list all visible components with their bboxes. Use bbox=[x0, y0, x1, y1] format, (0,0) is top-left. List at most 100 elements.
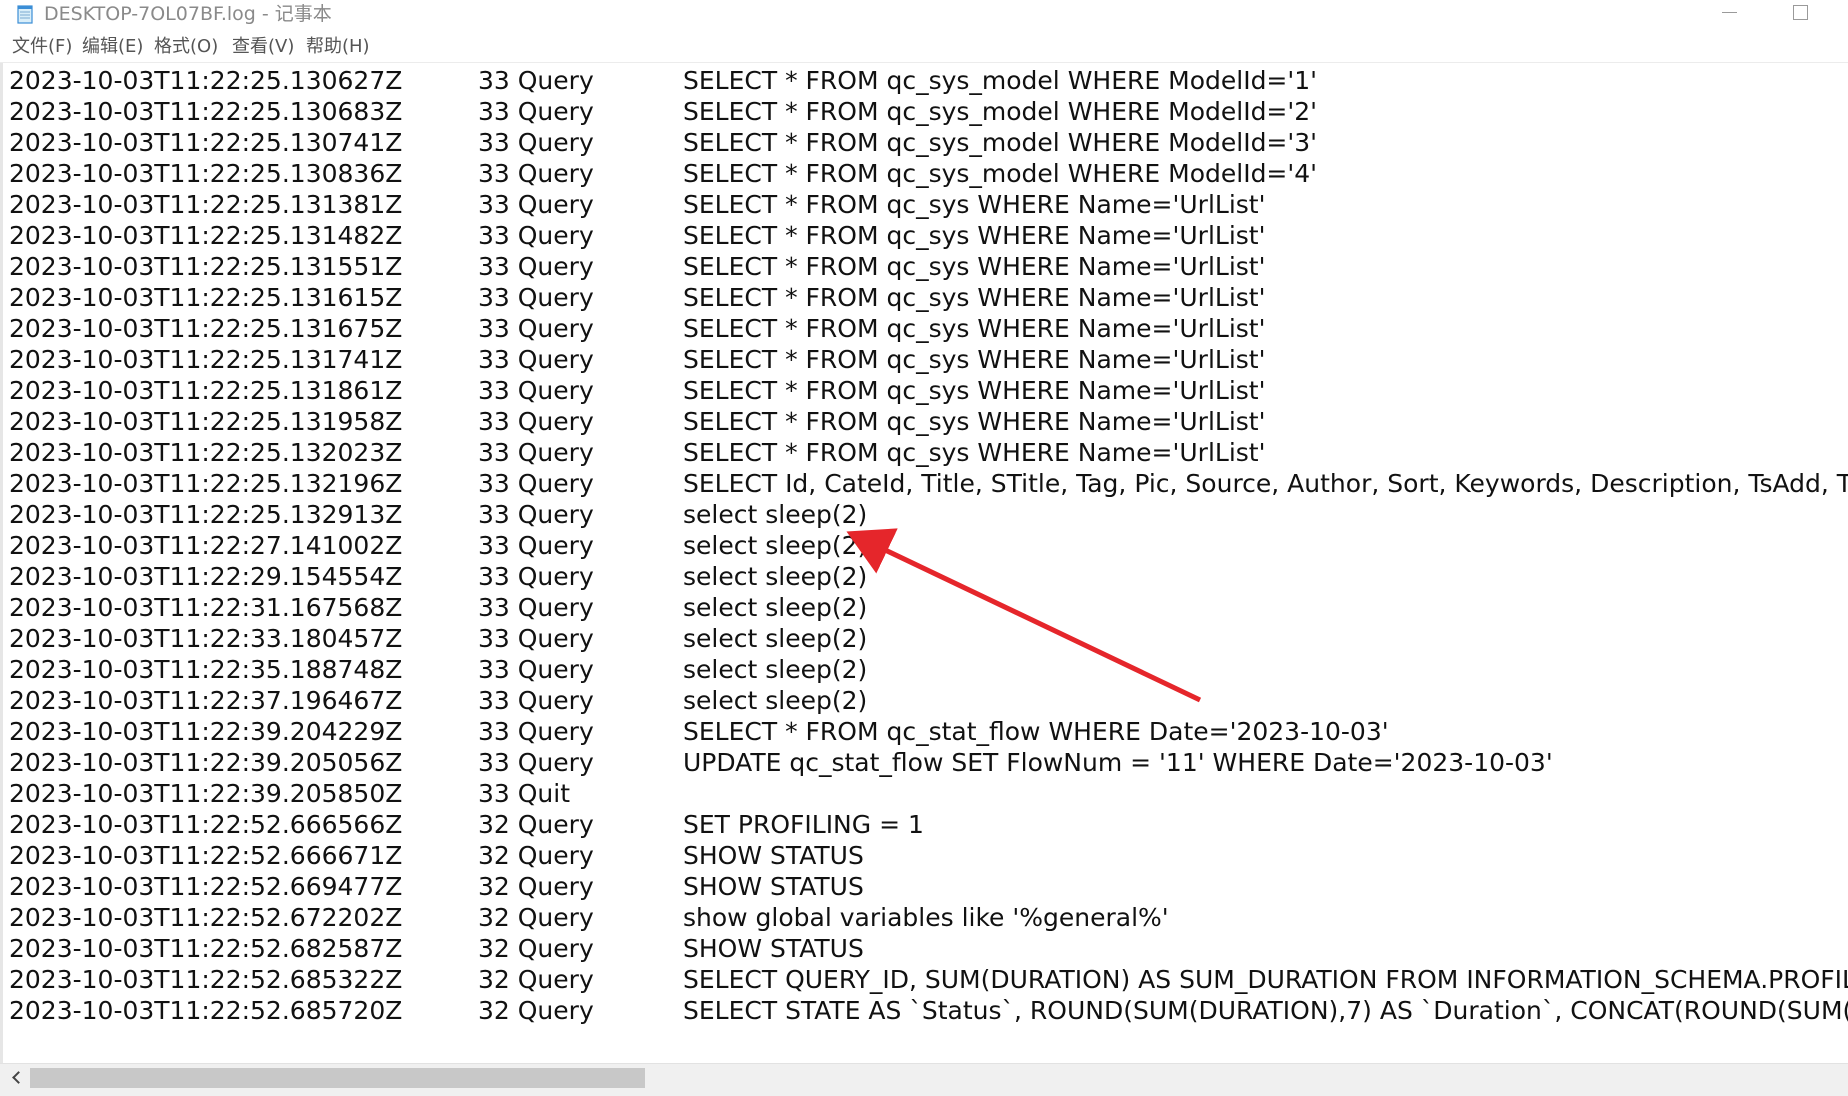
log-timestamp: 2023-10-03T11:22:29.154554Z bbox=[9, 562, 403, 591]
log-thread-command: 33 Query bbox=[478, 252, 594, 281]
log-thread-command: 32 Query bbox=[478, 903, 594, 932]
log-timestamp: 2023-10-03T11:22:25.132913Z bbox=[9, 500, 403, 529]
menu-format[interactable]: 格式(O) bbox=[154, 36, 218, 58]
log-thread-command: 33 Query bbox=[478, 221, 594, 250]
log-sql-statement: SELECT * FROM qc_sys_model WHERE ModelId… bbox=[683, 159, 1318, 188]
log-thread-command: 33 Query bbox=[478, 748, 594, 777]
log-timestamp: 2023-10-03T11:22:25.130741Z bbox=[9, 128, 403, 157]
log-thread-command: 33 Query bbox=[478, 407, 594, 436]
menu-file[interactable]: 文件(F) bbox=[12, 36, 72, 58]
log-sql-statement: show global variables like '%general%' bbox=[683, 903, 1169, 932]
log-thread-command: 33 Query bbox=[478, 438, 594, 467]
log-sql-statement: SELECT * FROM qc_sys WHERE Name='UrlList… bbox=[683, 376, 1266, 405]
log-timestamp: 2023-10-03T11:22:52.672202Z bbox=[9, 903, 403, 932]
log-timestamp: 2023-10-03T11:22:39.205056Z bbox=[9, 748, 403, 777]
log-sql-statement: SHOW STATUS bbox=[683, 841, 864, 870]
log-thread-command: 33 Query bbox=[478, 562, 594, 591]
menu-help[interactable]: 帮助(H) bbox=[306, 36, 370, 58]
log-sql-statement: SELECT QUERY_ID, SUM(DURATION) AS SUM_DU… bbox=[683, 965, 1848, 994]
log-thread-command: 33 Query bbox=[478, 190, 594, 219]
log-timestamp: 2023-10-03T11:22:25.131861Z bbox=[9, 376, 403, 405]
log-thread-command: 33 Query bbox=[478, 717, 594, 746]
log-timestamp: 2023-10-03T11:22:25.132196Z bbox=[9, 469, 403, 498]
minimize-button[interactable] bbox=[1700, 0, 1758, 30]
log-thread-command: 33 Query bbox=[478, 66, 594, 95]
log-sql-statement: SELECT * FROM qc_sys_model WHERE ModelId… bbox=[683, 128, 1318, 157]
log-sql-statement: SELECT * FROM qc_sys WHERE Name='UrlList… bbox=[683, 438, 1266, 467]
log-timestamp: 2023-10-03T11:22:25.131675Z bbox=[9, 314, 403, 343]
log-timestamp: 2023-10-03T11:22:52.669477Z bbox=[9, 872, 403, 901]
log-timestamp: 2023-10-03T11:22:25.130627Z bbox=[9, 66, 403, 95]
menu-view[interactable]: 查看(V) bbox=[232, 36, 294, 58]
log-sql-statement: select sleep(2) bbox=[683, 686, 868, 715]
log-timestamp: 2023-10-03T11:22:52.682587Z bbox=[9, 934, 403, 963]
log-timestamp: 2023-10-03T11:22:25.131482Z bbox=[9, 221, 403, 250]
log-timestamp: 2023-10-03T11:22:37.196467Z bbox=[9, 686, 403, 715]
log-timestamp: 2023-10-03T11:22:25.131551Z bbox=[9, 252, 403, 281]
log-thread-command: 33 Query bbox=[478, 500, 594, 529]
horizontal-scrollbar[interactable] bbox=[0, 1063, 1848, 1092]
log-thread-command: 33 Query bbox=[478, 376, 594, 405]
log-timestamp: 2023-10-03T11:22:39.204229Z bbox=[9, 717, 403, 746]
menu-bar: 文件(F) 编辑(E) 格式(O) 查看(V) 帮助(H) bbox=[0, 32, 1848, 63]
log-timestamp: 2023-10-03T11:22:25.132023Z bbox=[9, 438, 403, 467]
notepad-icon bbox=[17, 5, 33, 24]
log-thread-command: 33 Query bbox=[478, 159, 594, 188]
log-sql-statement: select sleep(2) bbox=[683, 500, 868, 529]
log-thread-command: 33 Quit bbox=[478, 779, 571, 808]
log-timestamp: 2023-10-03T11:22:27.141002Z bbox=[9, 531, 403, 560]
log-timestamp: 2023-10-03T11:22:33.180457Z bbox=[9, 624, 403, 653]
window-title: DESKTOP-7OL07BF.log - 记事本 bbox=[44, 3, 332, 25]
log-sql-statement: SELECT * FROM qc_sys WHERE Name='UrlList… bbox=[683, 221, 1266, 250]
log-thread-command: 33 Query bbox=[478, 624, 594, 653]
log-timestamp: 2023-10-03T11:22:25.130836Z bbox=[9, 159, 403, 188]
log-timestamp: 2023-10-03T11:22:52.666566Z bbox=[9, 810, 403, 839]
log-thread-command: 32 Query bbox=[478, 996, 594, 1025]
log-sql-statement: select sleep(2) bbox=[683, 593, 868, 622]
log-sql-statement: SELECT * FROM qc_sys WHERE Name='UrlList… bbox=[683, 314, 1266, 343]
log-sql-statement: SELECT * FROM qc_sys WHERE Name='UrlList… bbox=[683, 345, 1266, 374]
log-sql-statement: SELECT Id, CateId, Title, STitle, Tag, P… bbox=[683, 469, 1848, 498]
log-timestamp: 2023-10-03T11:22:25.131958Z bbox=[9, 407, 403, 436]
log-thread-command: 32 Query bbox=[478, 934, 594, 963]
log-sql-statement: select sleep(2) bbox=[683, 531, 868, 560]
log-timestamp: 2023-10-03T11:22:31.167568Z bbox=[9, 593, 403, 622]
log-thread-command: 33 Query bbox=[478, 345, 594, 374]
log-timestamp: 2023-10-03T11:22:52.666671Z bbox=[9, 841, 403, 870]
log-sql-statement: SELECT * FROM qc_stat_flow WHERE Date='2… bbox=[683, 717, 1389, 746]
log-sql-statement: SHOW STATUS bbox=[683, 934, 864, 963]
log-sql-statement: SHOW STATUS bbox=[683, 872, 864, 901]
log-thread-command: 33 Query bbox=[478, 128, 594, 157]
menu-edit[interactable]: 编辑(E) bbox=[82, 36, 143, 58]
log-timestamp: 2023-10-03T11:22:25.131381Z bbox=[9, 190, 403, 219]
log-sql-statement: SELECT * FROM qc_sys WHERE Name='UrlList… bbox=[683, 407, 1266, 436]
log-sql-statement: SELECT * FROM qc_sys WHERE Name='UrlList… bbox=[683, 190, 1266, 219]
title-bar: DESKTOP-7OL07BF.log - 记事本 bbox=[0, 0, 1848, 30]
log-thread-command: 33 Query bbox=[478, 686, 594, 715]
log-sql-statement: SELECT * FROM qc_sys_model WHERE ModelId… bbox=[683, 66, 1318, 95]
log-sql-statement: SELECT STATE AS `Status`, ROUND(SUM(DURA… bbox=[683, 996, 1848, 1025]
log-thread-command: 32 Query bbox=[478, 810, 594, 839]
scroll-left-icon[interactable] bbox=[6, 1068, 26, 1088]
log-thread-command: 32 Query bbox=[478, 872, 594, 901]
log-sql-statement: SELECT * FROM qc_sys WHERE Name='UrlList… bbox=[683, 252, 1266, 281]
log-thread-command: 33 Query bbox=[478, 314, 594, 343]
status-bar bbox=[0, 1092, 1848, 1096]
log-timestamp: 2023-10-03T11:22:35.188748Z bbox=[9, 655, 403, 684]
log-sql-statement: select sleep(2) bbox=[683, 624, 868, 653]
log-timestamp: 2023-10-03T11:22:52.685720Z bbox=[9, 996, 403, 1025]
log-timestamp: 2023-10-03T11:22:25.131741Z bbox=[9, 345, 403, 374]
log-thread-command: 33 Query bbox=[478, 531, 594, 560]
log-sql-statement: UPDATE qc_stat_flow SET FlowNum = '11' W… bbox=[683, 748, 1553, 777]
text-editor-area[interactable]: 2023-10-03T11:22:25.130627Z 33 Query SELEC… bbox=[0, 63, 1848, 1063]
log-thread-command: 33 Query bbox=[478, 97, 594, 126]
log-timestamp: 2023-10-03T11:22:25.130683Z bbox=[9, 97, 403, 126]
log-thread-command: 32 Query bbox=[478, 965, 594, 994]
scrollbar-thumb[interactable] bbox=[30, 1068, 645, 1088]
log-sql-statement: SELECT * FROM qc_sys WHERE Name='UrlList… bbox=[683, 283, 1266, 312]
log-sql-statement: select sleep(2) bbox=[683, 562, 868, 591]
log-thread-command: 33 Query bbox=[478, 655, 594, 684]
maximize-button[interactable] bbox=[1770, 0, 1828, 30]
log-sql-statement: SELECT * FROM qc_sys_model WHERE ModelId… bbox=[683, 97, 1318, 126]
log-timestamp: 2023-10-03T11:22:25.131615Z bbox=[9, 283, 403, 312]
